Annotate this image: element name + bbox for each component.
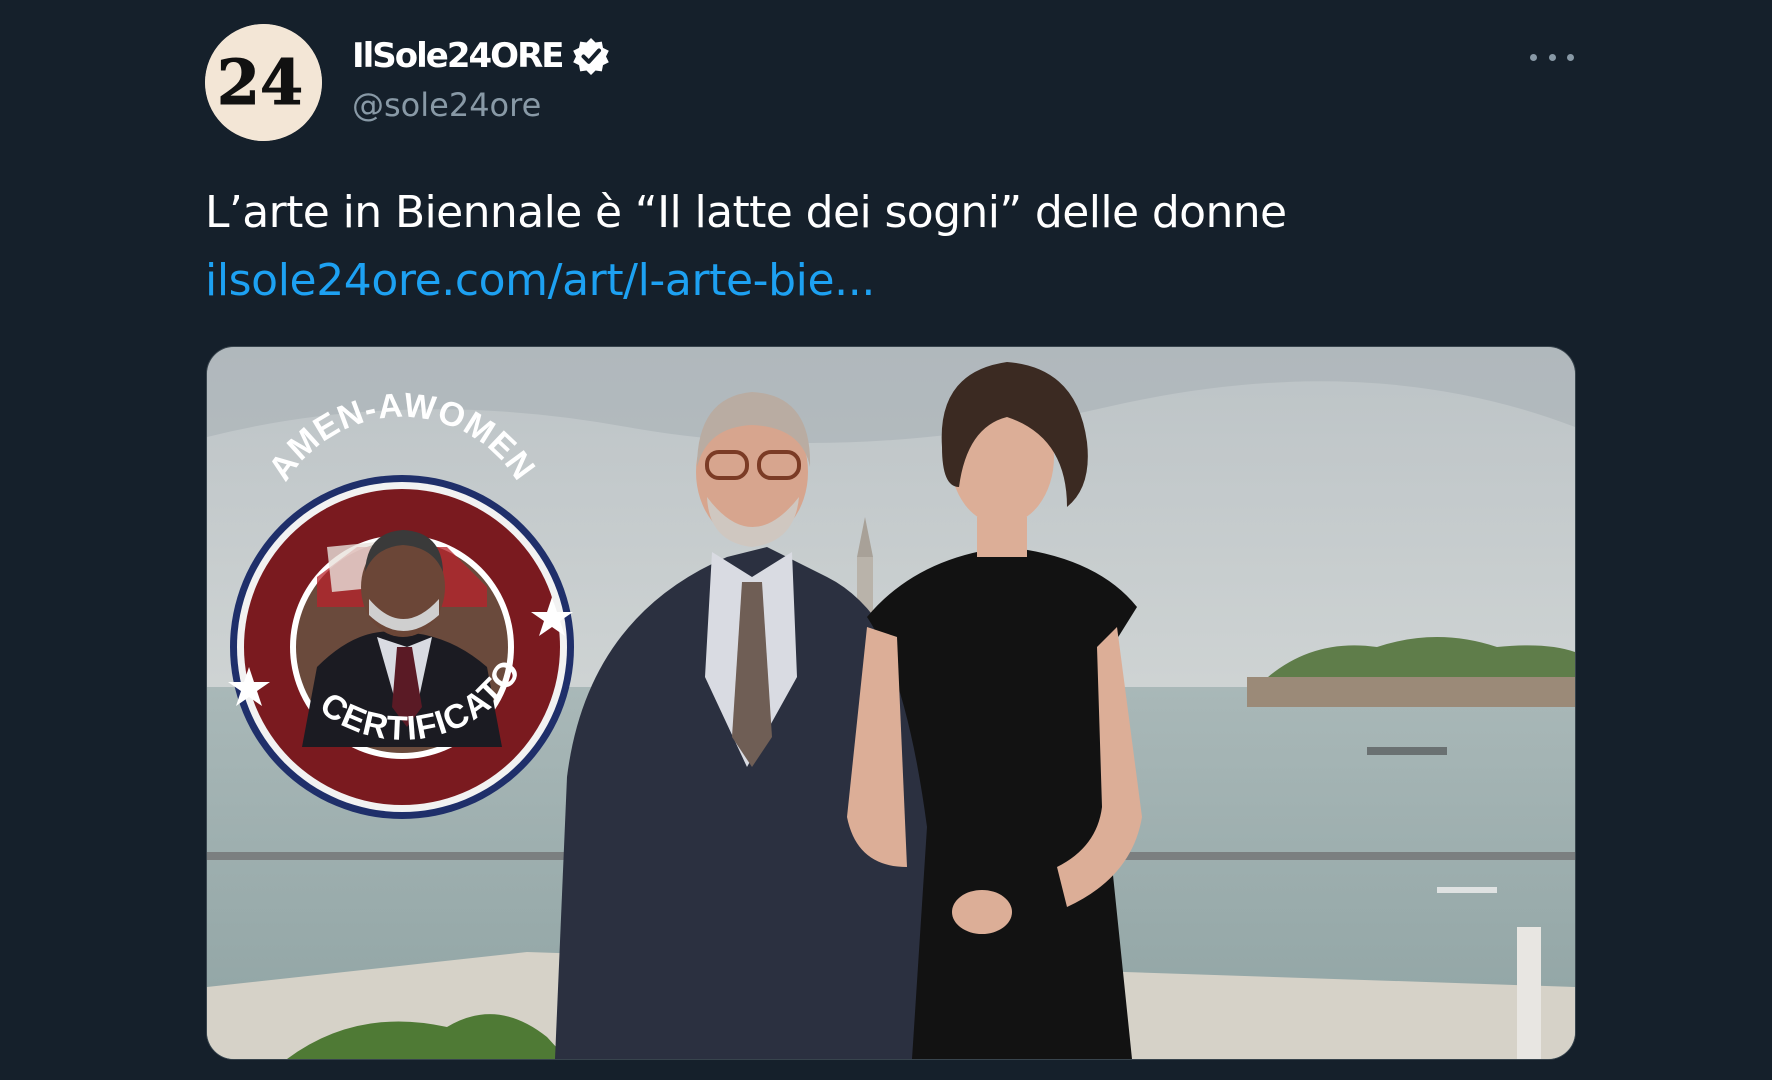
- more-dot: [1567, 53, 1574, 61]
- user-handle[interactable]: @sole24ore: [352, 86, 541, 124]
- tweet-link[interactable]: ilsole24ore.com/art/l-arte-bie...: [205, 255, 875, 306]
- more-dot: [1530, 53, 1537, 61]
- profile-avatar[interactable]: 24: [205, 24, 322, 141]
- name-row: IlSole24ORE: [352, 36, 611, 76]
- avatar-logo-text: 24: [217, 46, 303, 119]
- sole24ore-logo: 24: [205, 24, 322, 141]
- verified-badge-icon: [572, 38, 609, 75]
- tweet-text: L’arte in Biennale è “Il latte dei sogni…: [205, 187, 1287, 238]
- display-name[interactable]: IlSole24ORE: [352, 36, 564, 76]
- tweet-photo[interactable]: AMEN-AWOMEN CERTIFICATO: [206, 346, 1576, 1060]
- more-horizontal-icon[interactable]: [1530, 42, 1574, 72]
- more-dot: [1548, 53, 1556, 61]
- tweet[interactable]: 24 IlSole24ORE @sole24ore L’arte in Bien…: [0, 0, 1772, 1080]
- photo-illustration: AMEN-AWOMEN CERTIFICATO: [207, 347, 1575, 1059]
